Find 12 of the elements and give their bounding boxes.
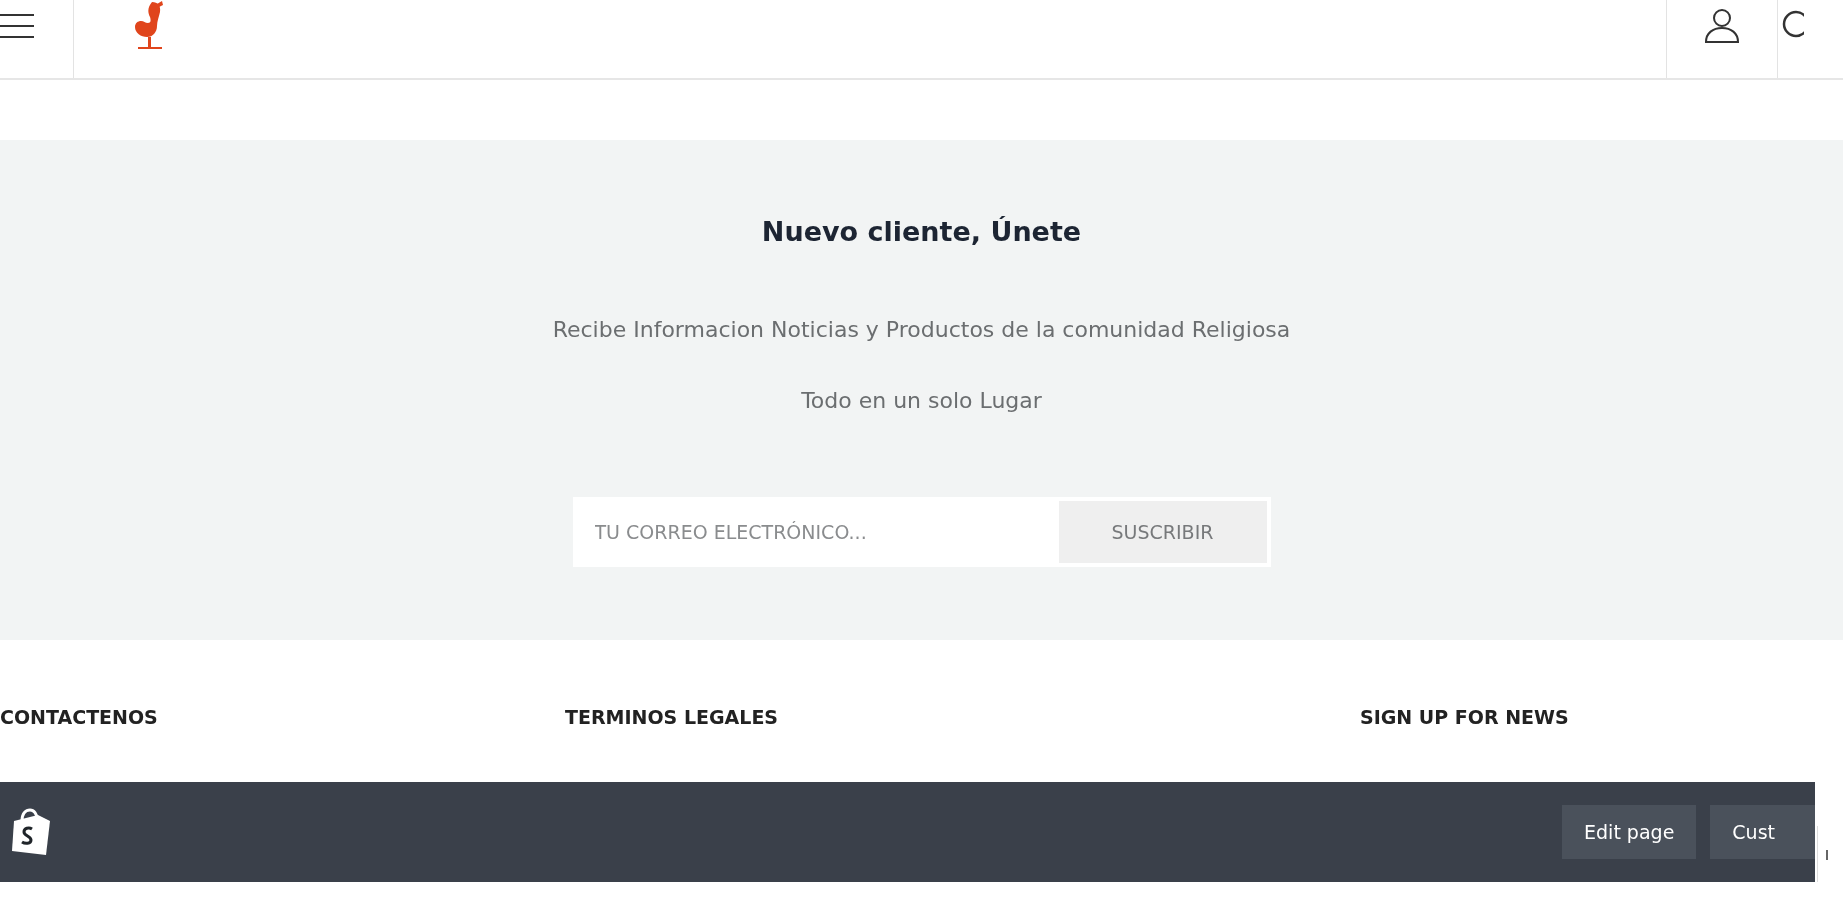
- newsletter-title: Nuevo cliente, Únete: [761, 216, 1082, 247]
- footer-heading: TERMINOS LEGALES: [565, 706, 780, 728]
- admin-button[interactable]: Cust: [1710, 805, 1815, 859]
- subscribe-button[interactable]: SUSCRIBIR: [1054, 497, 1271, 567]
- email-field[interactable]: TU CORREO ELECTRÓNICO...: [572, 497, 1055, 567]
- newsletter-text: Todo en un solo Lugar: [801, 388, 1042, 413]
- menu-icon: [0, 12, 34, 40]
- admin-button[interactable]: Edit page: [1562, 805, 1697, 859]
- newsletter-text: Recibe Informacion Noticias y Productos de la comunidad Religiosa: [552, 317, 1291, 342]
- menu-button[interactable]: [0, 0, 74, 78]
- footer-heading: SIGN UP FOR NEWS: [1360, 706, 1569, 728]
- footer-heading: CONTACTENOS: [0, 706, 159, 728]
